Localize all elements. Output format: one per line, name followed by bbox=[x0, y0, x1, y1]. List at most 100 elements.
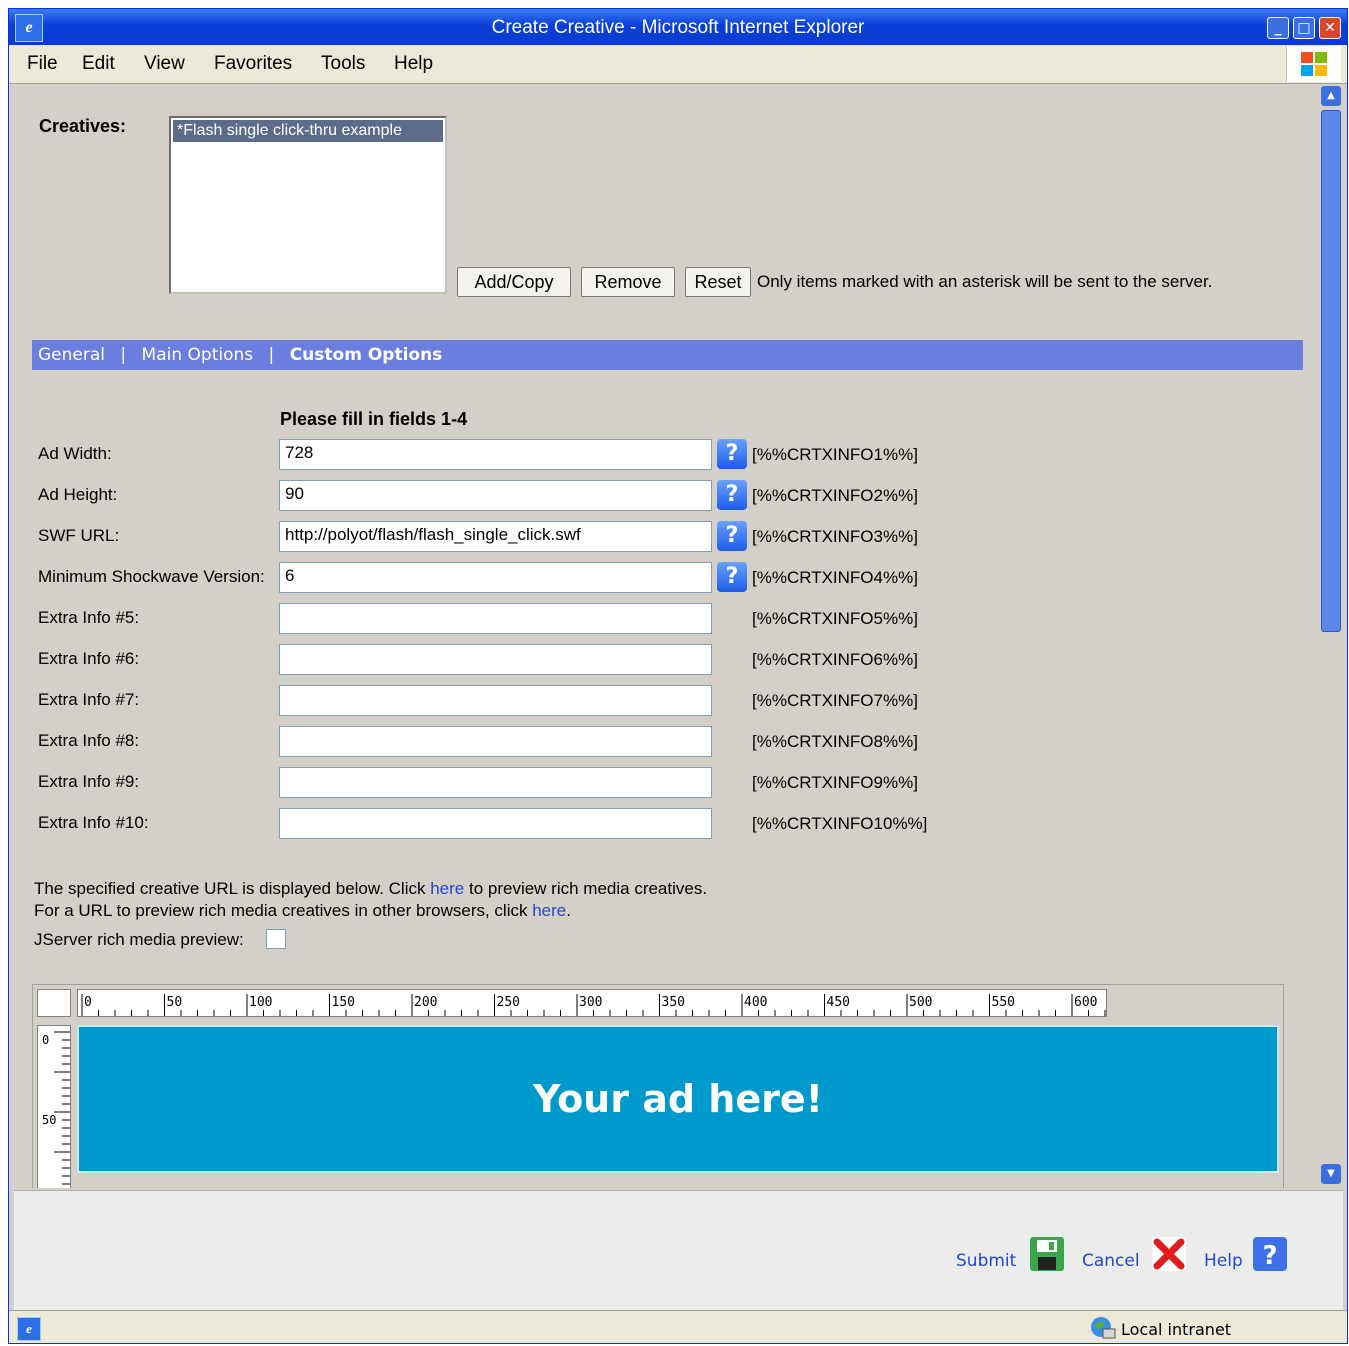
browser-window: e Create Creative - Microsoft Internet E… bbox=[8, 8, 1348, 1344]
vertical-ruler: 0 50 bbox=[37, 1025, 71, 1188]
asterisk-note: Only items marked with an asterisk will … bbox=[757, 272, 1213, 291]
ruler-label: 550 bbox=[992, 995, 1015, 1010]
field-label-extra-7: Extra Info #7: bbox=[38, 690, 140, 709]
preview-text: For a URL to preview rich media creative… bbox=[34, 901, 533, 920]
window-title: Create Creative - Microsoft Internet Exp… bbox=[491, 17, 865, 38]
add-copy-button[interactable]: Add/Copy bbox=[457, 267, 571, 297]
extra-info-6-input[interactable] bbox=[279, 644, 712, 675]
list-item[interactable]: *Flash single click-thru example bbox=[173, 120, 443, 142]
jserver-label: JServer rich media preview: bbox=[34, 930, 244, 949]
ad-width-input[interactable]: 728 bbox=[279, 439, 712, 470]
ruler-label: 0 bbox=[42, 1033, 49, 1047]
tab-bar: General | Main Options | Custom Options bbox=[32, 340, 1303, 370]
field-label-extra-9: Extra Info #9: bbox=[38, 772, 140, 791]
close-icon[interactable]: ✕ bbox=[1319, 17, 1341, 39]
menu-tools[interactable]: Tools bbox=[321, 53, 365, 75]
ruler-label: 50 bbox=[167, 995, 183, 1010]
page-content: Creatives: *Flash single click-thru exam… bbox=[14, 84, 1317, 1188]
field-token: [%%CRTXINFO2%%] bbox=[752, 486, 918, 505]
extra-info-7-input[interactable] bbox=[279, 685, 712, 716]
vertical-scrollbar[interactable]: ▲ ▼ bbox=[1319, 84, 1343, 1188]
ruler-label: 150 bbox=[332, 995, 355, 1010]
ruler-label: 0 bbox=[84, 995, 92, 1010]
swf-url-input[interactable]: http://polyot/flash/flash_single_click.s… bbox=[279, 521, 712, 552]
maximize-icon[interactable]: □ bbox=[1293, 17, 1315, 39]
field-token: [%%CRTXINFO5%%] bbox=[752, 609, 918, 628]
cancel-x-icon[interactable] bbox=[1151, 1236, 1187, 1272]
title-bar: e Create Creative - Microsoft Internet E… bbox=[9, 9, 1347, 45]
extra-info-5-input[interactable] bbox=[279, 603, 712, 634]
reset-button[interactable]: Reset bbox=[685, 267, 751, 297]
preview-text: . bbox=[566, 901, 571, 920]
tab-custom-options[interactable]: Custom Options bbox=[290, 340, 443, 370]
ruler-label: 250 bbox=[497, 995, 520, 1010]
help-question-icon[interactable]: ? bbox=[1252, 1236, 1288, 1272]
intranet-globe-icon bbox=[1091, 1317, 1116, 1339]
help-question-icon[interactable]: ? bbox=[717, 439, 747, 469]
preview-here-link[interactable]: here bbox=[430, 879, 464, 898]
preview-line-1: The specified creative URL is displayed … bbox=[34, 879, 707, 899]
help-link[interactable]: Help bbox=[1204, 1251, 1243, 1271]
ruler-label: 300 bbox=[579, 995, 602, 1010]
ad-height-input[interactable]: 90 bbox=[279, 480, 712, 511]
menu-view[interactable]: View bbox=[144, 53, 185, 75]
menu-bar: File Edit View Favorites Tools Help bbox=[9, 45, 1347, 84]
scroll-thumb[interactable] bbox=[1321, 110, 1341, 632]
field-label-extra-8: Extra Info #8: bbox=[38, 731, 140, 750]
preview-text: to preview rich media creatives. bbox=[464, 879, 708, 898]
help-question-icon[interactable]: ? bbox=[717, 562, 747, 592]
field-label-extra-6: Extra Info #6: bbox=[38, 649, 140, 668]
field-token: [%%CRTXINFO7%%] bbox=[752, 691, 918, 710]
tab-general[interactable]: General bbox=[38, 340, 105, 370]
ruler-corner bbox=[37, 989, 71, 1017]
submit-link[interactable]: Submit bbox=[956, 1251, 1016, 1271]
extra-info-8-input[interactable] bbox=[279, 726, 712, 757]
menu-help[interactable]: Help bbox=[394, 53, 433, 75]
scroll-up-icon[interactable]: ▲ bbox=[1321, 86, 1341, 106]
windows-logo-icon bbox=[1286, 46, 1341, 82]
field-label-swf-url: SWF URL: bbox=[38, 526, 120, 545]
minimize-icon[interactable]: _ bbox=[1267, 17, 1289, 39]
field-token: [%%CRTXINFO4%%] bbox=[752, 568, 918, 587]
extra-info-10-input[interactable] bbox=[279, 808, 712, 839]
creatives-label: Creatives: bbox=[39, 116, 127, 136]
remove-button[interactable]: Remove bbox=[581, 267, 675, 297]
field-label-ad-height: Ad Height: bbox=[38, 485, 118, 504]
ruler-label: 600 bbox=[1074, 995, 1097, 1010]
help-question-icon[interactable]: ? bbox=[717, 480, 747, 510]
help-question-icon[interactable]: ? bbox=[717, 521, 747, 551]
scroll-down-icon[interactable]: ▼ bbox=[1321, 1164, 1341, 1184]
menu-edit[interactable]: Edit bbox=[82, 53, 115, 75]
tab-separator: | bbox=[268, 345, 275, 365]
field-token: [%%CRTXINFO8%%] bbox=[752, 732, 918, 751]
ruler-label: 350 bbox=[662, 995, 685, 1010]
page-status-icon: e bbox=[17, 1317, 41, 1341]
field-label-ad-width: Ad Width: bbox=[38, 444, 112, 463]
field-label-min-shockwave: Minimum Shockwave Version: bbox=[38, 567, 265, 586]
other-browsers-here-link[interactable]: here bbox=[532, 901, 566, 920]
ruler-label: 450 bbox=[827, 995, 850, 1010]
action-footer: Submit Cancel Help ? bbox=[14, 1190, 1343, 1311]
ad-text: Your ad here! bbox=[533, 1077, 823, 1121]
save-disk-icon[interactable] bbox=[1029, 1236, 1065, 1272]
min-shockwave-input[interactable]: 6 bbox=[279, 562, 712, 593]
ad-banner[interactable]: Your ad here! bbox=[77, 1025, 1279, 1173]
horizontal-ruler: 0 50 100 150 200 250 300 350 400 450 500 550 600 bbox=[77, 989, 1107, 1017]
cancel-link[interactable]: Cancel bbox=[1082, 1251, 1140, 1271]
field-label-extra-10: Extra Info #10: bbox=[38, 813, 149, 832]
tab-separator: | bbox=[120, 345, 127, 365]
ruler-label: 500 bbox=[909, 995, 932, 1010]
status-bar: e Local intranet bbox=[9, 1310, 1347, 1343]
field-token: [%%CRTXINFO1%%] bbox=[752, 445, 918, 464]
zone-label: Local intranet bbox=[1121, 1320, 1232, 1339]
preview-line-2: For a URL to preview rich media creative… bbox=[34, 901, 571, 921]
creatives-listbox[interactable]: *Flash single click-thru example bbox=[169, 116, 447, 294]
svg-text:?: ? bbox=[1262, 1241, 1277, 1271]
menu-favorites[interactable]: Favorites bbox=[214, 53, 292, 75]
ruler-label: 50 bbox=[42, 1113, 56, 1127]
tab-main-options[interactable]: Main Options bbox=[142, 340, 254, 370]
extra-info-9-input[interactable] bbox=[279, 767, 712, 798]
jserver-preview-checkbox[interactable] bbox=[266, 929, 286, 949]
menu-file[interactable]: File bbox=[27, 53, 58, 75]
field-token: [%%CRTXINFO10%%] bbox=[752, 814, 928, 833]
